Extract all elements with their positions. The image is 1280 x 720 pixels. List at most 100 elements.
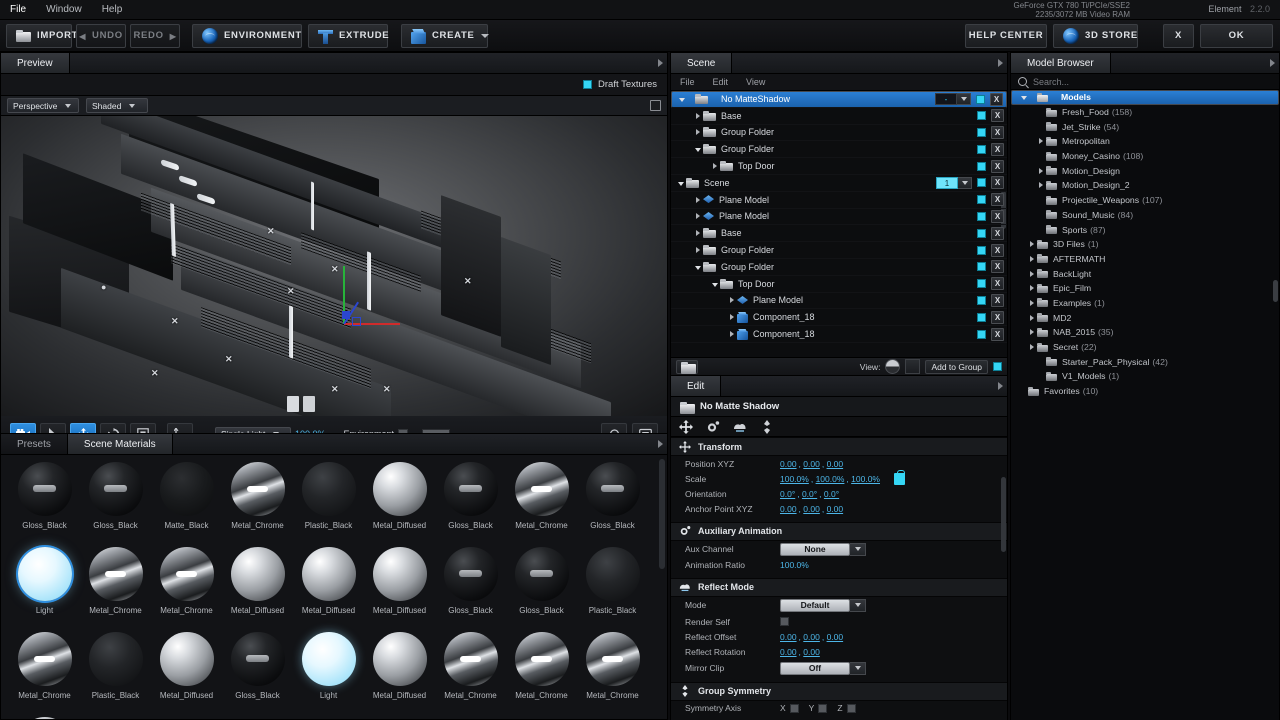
twirl-down-icon[interactable] bbox=[692, 262, 703, 272]
material-swatch[interactable]: Metal_Diffused bbox=[222, 542, 293, 627]
section-header-auxiliary[interactable]: Auxiliary Animation bbox=[671, 521, 1007, 541]
browser-list-item[interactable]: Examples (1) bbox=[1011, 296, 1279, 311]
environment-button[interactable]: ENVIRONMENT bbox=[192, 24, 302, 48]
browser-list-item[interactable]: Motion_Design bbox=[1011, 163, 1279, 178]
material-swatch[interactable]: Gloss_Black bbox=[435, 457, 506, 542]
scene-tree-row[interactable]: Scene 1 X bbox=[671, 175, 1007, 192]
reflect-offset-x[interactable]: 0.00 bbox=[780, 632, 797, 642]
delete-row-button[interactable]: X bbox=[990, 92, 1003, 106]
new-folder-button[interactable] bbox=[676, 359, 698, 374]
delete-row-button[interactable]: X bbox=[991, 243, 1004, 257]
scene-tree-row[interactable]: Group Folder X bbox=[671, 259, 1007, 276]
visibility-checkbox[interactable] bbox=[977, 312, 986, 322]
anchor-value[interactable]: 0.00, 0.00, 0.00 bbox=[780, 504, 845, 514]
create-button[interactable]: CREATE bbox=[401, 24, 489, 48]
delete-row-button[interactable]: X bbox=[991, 293, 1004, 307]
browser-list-item[interactable]: Jet_Strike (54) bbox=[1011, 119, 1279, 134]
scene-tree-row[interactable]: Top Door X bbox=[671, 158, 1007, 175]
delete-row-button[interactable]: X bbox=[991, 142, 1004, 156]
visibility-checkbox[interactable] bbox=[977, 178, 986, 188]
twirl-right-icon[interactable] bbox=[1035, 136, 1046, 146]
material-swatch[interactable]: Metal_Diffused bbox=[293, 542, 364, 627]
twirl-down-icon[interactable] bbox=[676, 94, 687, 104]
scene-tree-row[interactable]: Plane Model X bbox=[671, 209, 1007, 226]
materials-panel-menu-arrow[interactable] bbox=[658, 440, 663, 448]
scene-menu-edit[interactable]: Edit bbox=[704, 77, 738, 87]
material-swatch[interactable]: Metal_Chrome bbox=[9, 627, 80, 712]
symmetry-axis-y-checkbox[interactable] bbox=[818, 703, 828, 713]
expand-viewport-icon[interactable] bbox=[650, 100, 661, 111]
search-input[interactable] bbox=[1033, 76, 1272, 87]
browser-list-item[interactable]: NAB_2015 (35) bbox=[1011, 325, 1279, 340]
browser-list-item[interactable]: V1_Models (1) bbox=[1011, 369, 1279, 384]
browser-list-item[interactable]: Sports (87) bbox=[1011, 222, 1279, 237]
menu-item-help[interactable]: Help bbox=[92, 0, 133, 20]
orientation-value[interactable]: 0.0°, 0.0°, 0.0° bbox=[780, 489, 841, 499]
scene-tree-row[interactable]: No MatteShadow - X bbox=[671, 91, 1007, 108]
orientation-z[interactable]: 0.0° bbox=[824, 489, 839, 499]
reflect-rotation-x[interactable]: 0.00 bbox=[780, 647, 797, 657]
menu-item-window[interactable]: Window bbox=[36, 0, 92, 20]
visibility-checkbox[interactable] bbox=[977, 262, 986, 272]
anchor-x[interactable]: 0.00 bbox=[780, 504, 797, 514]
browser-list-item[interactable]: Epic_Film bbox=[1011, 281, 1279, 296]
twirl-down-icon[interactable] bbox=[709, 279, 720, 289]
visibility-checkbox[interactable] bbox=[977, 144, 986, 154]
scale-x[interactable]: 100.0% bbox=[780, 474, 809, 484]
scale-y[interactable]: 100.0% bbox=[816, 474, 845, 484]
material-swatch[interactable]: Metal_Chrome bbox=[222, 457, 293, 542]
browser-list-item[interactable]: Money_Casino (108) bbox=[1011, 149, 1279, 164]
material-swatch[interactable]: Gloss_Black bbox=[222, 627, 293, 712]
add-to-group-button[interactable]: Add to Group bbox=[925, 359, 988, 374]
cancel-button[interactable]: X bbox=[1163, 24, 1194, 48]
tab-preview[interactable]: Preview bbox=[1, 53, 70, 73]
position-x[interactable]: 0.00 bbox=[780, 459, 797, 469]
scene-tree-row[interactable]: Top Door X bbox=[671, 276, 1007, 293]
twirl-right-icon[interactable] bbox=[692, 211, 703, 221]
material-swatch[interactable]: Plastic_Black bbox=[293, 457, 364, 542]
material-swatch[interactable]: Metal_Chrome bbox=[577, 627, 648, 712]
orientation-x[interactable]: 0.0° bbox=[780, 489, 795, 499]
scale-lock-icon[interactable] bbox=[894, 469, 905, 485]
delete-row-button[interactable]: X bbox=[991, 125, 1004, 139]
gizmo-z-handle[interactable] bbox=[342, 311, 350, 319]
browser-list-item[interactable]: Starter_Pack_Physical (42) bbox=[1011, 354, 1279, 369]
add-to-group-checkbox[interactable] bbox=[993, 362, 1002, 371]
reflect-rotation-y[interactable]: 0.00 bbox=[803, 647, 820, 657]
delete-row-button[interactable]: X bbox=[991, 277, 1004, 291]
edit-panel-menu-arrow[interactable] bbox=[998, 382, 1003, 390]
browser-list-item[interactable]: AFTERMATH bbox=[1011, 252, 1279, 267]
chevron-down-icon[interactable] bbox=[958, 176, 972, 189]
delete-row-button[interactable]: X bbox=[991, 193, 1004, 207]
scene-tree-row[interactable]: Group Folder X bbox=[671, 141, 1007, 159]
twirl-right-icon[interactable] bbox=[1026, 269, 1037, 279]
scene-tree-row[interactable]: Component_18 X bbox=[671, 326, 1007, 343]
material-swatch[interactable]: Metal_Diffused bbox=[9, 712, 80, 719]
axis-gizmo[interactable] bbox=[342, 263, 402, 328]
material-swatch[interactable]: Metal_Diffused bbox=[364, 457, 435, 542]
scale-value[interactable]: 100.0%, 100.0%, 100.0% bbox=[780, 474, 882, 484]
scene-tree-row[interactable]: Group Folder X bbox=[671, 242, 1007, 259]
twirl-right-icon[interactable] bbox=[1026, 313, 1037, 323]
material-swatch[interactable]: Gloss_Black bbox=[506, 542, 577, 627]
material-swatch[interactable]: Gloss_Black bbox=[435, 542, 506, 627]
scale-z[interactable]: 100.0% bbox=[851, 474, 880, 484]
material-swatch[interactable]: Plastic_Black bbox=[577, 542, 648, 627]
extrude-button[interactable]: EXTRUDE bbox=[308, 24, 389, 48]
transform-mode-icon[interactable] bbox=[679, 419, 693, 434]
browser-scrollbar[interactable] bbox=[1273, 280, 1278, 302]
tab-presets[interactable]: Presets bbox=[1, 434, 68, 454]
material-swatch[interactable]: Plastic_Black bbox=[80, 627, 151, 712]
scene-menu-file[interactable]: File bbox=[671, 77, 704, 87]
reflect-offset-value[interactable]: 0.00, 0.00, 0.00 bbox=[780, 632, 845, 642]
twirl-down-icon[interactable] bbox=[692, 144, 703, 154]
twirl-right-icon[interactable] bbox=[1026, 254, 1037, 264]
material-swatch[interactable]: Gloss_Black bbox=[9, 457, 80, 542]
position-value[interactable]: 0.00, 0.00, 0.00 bbox=[780, 459, 845, 469]
delete-row-button[interactable]: X bbox=[991, 176, 1004, 190]
reflect-mode-select[interactable]: Default bbox=[780, 598, 866, 612]
material-swatch[interactable]: Gloss_Black bbox=[80, 457, 151, 542]
scene-tree-row[interactable]: Plane Model X bbox=[671, 293, 1007, 310]
material-swatch[interactable]: Metal_Diffused bbox=[151, 627, 222, 712]
scene-row-number-value[interactable]: - bbox=[935, 93, 957, 106]
